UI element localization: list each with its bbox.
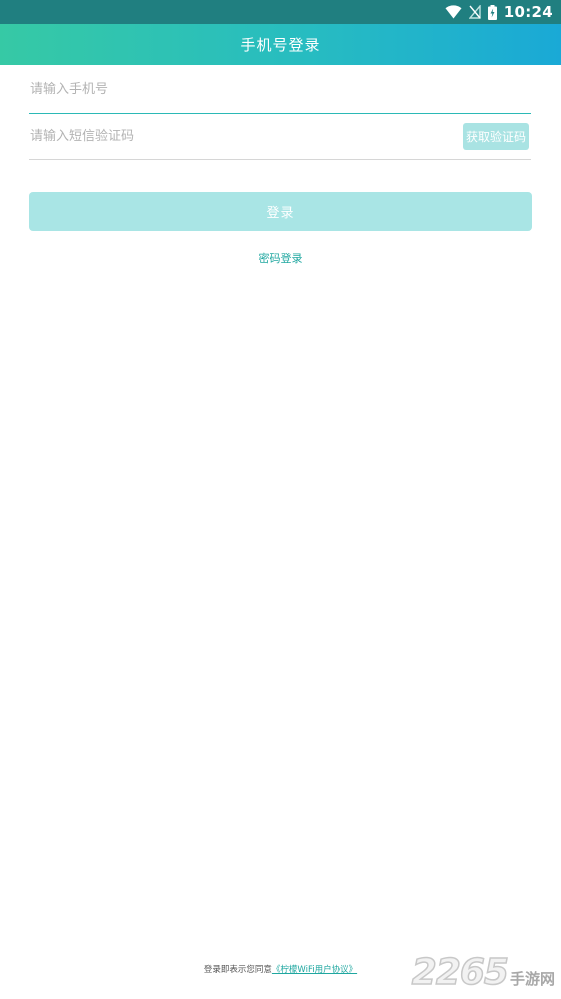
sms-code-input[interactable] xyxy=(29,114,451,159)
login-button[interactable]: 登录 xyxy=(29,192,532,231)
status-bar: 10:24 xyxy=(0,0,561,24)
status-icons: 10:24 xyxy=(445,0,553,24)
watermark-number: 2265 xyxy=(411,952,510,993)
page-title: 手机号登录 xyxy=(240,36,321,54)
password-login-label: 密码登录 xyxy=(258,252,303,265)
battery-charging-icon xyxy=(487,4,497,20)
no-signal-icon xyxy=(468,5,481,19)
wifi-icon xyxy=(445,5,462,19)
phone-field-row xyxy=(29,66,533,114)
watermark-text: 手游网 xyxy=(509,970,555,988)
phone-input[interactable] xyxy=(29,66,533,113)
status-time: 10:24 xyxy=(503,3,553,21)
user-agreement-link[interactable]: 《柠檬WiFi用户协议》 xyxy=(272,965,357,975)
app-header: 手机号登录 xyxy=(0,24,561,65)
get-code-button[interactable]: 获取验证码 xyxy=(463,123,529,150)
watermark-logo: 2265 手游网 xyxy=(411,952,555,993)
password-login-link[interactable]: 密码登录 xyxy=(0,250,561,266)
sms-code-field-row: 获取验证码 xyxy=(29,114,531,160)
agreement-prefix: 登录即表示您同意 xyxy=(203,965,272,975)
